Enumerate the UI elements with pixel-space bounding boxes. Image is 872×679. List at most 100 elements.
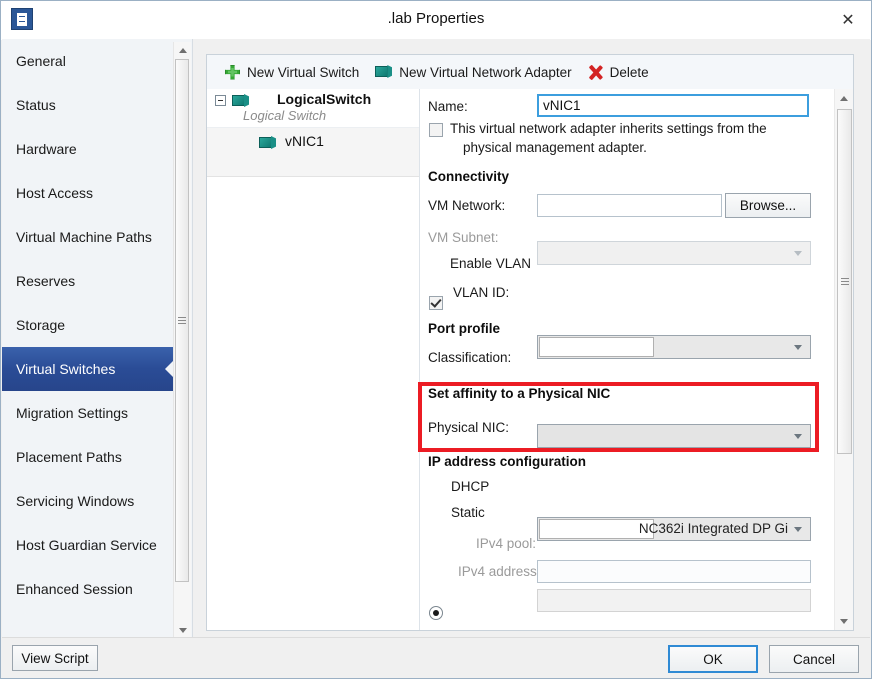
delete-label: Delete	[609, 64, 649, 80]
network-switch-icon	[232, 94, 249, 108]
ipv4-extra-field	[537, 589, 811, 612]
classification-label: Classification:	[428, 350, 512, 365]
sidebar-item-servicing-windows[interactable]: Servicing Windows	[2, 479, 174, 523]
tree-root-sublabel: Logical Switch	[243, 108, 327, 123]
network-adapter-icon	[259, 136, 276, 150]
tree-item-vnic1[interactable]: vNIC1	[207, 128, 419, 177]
vlan-id-label: VLAN ID:	[453, 285, 510, 300]
sidebar-item-label: Enhanced Session	[16, 581, 133, 597]
new-virtual-network-adapter-label: New Virtual Network Adapter	[399, 64, 572, 80]
sidebar-item-label: Hardware	[16, 141, 77, 157]
title-bar: .lab Properties ✕	[1, 1, 871, 40]
physical-nic-value: NC362i Integrated DP Gi	[638, 521, 788, 536]
chevron-down-icon	[794, 527, 802, 532]
sidebar-item-virtual-machine-paths[interactable]: Virtual Machine Paths	[2, 215, 174, 259]
vm-subnet-combobox	[537, 241, 811, 265]
port-profile-heading: Port profile	[428, 321, 501, 336]
cancel-button[interactable]: Cancel	[769, 645, 859, 673]
enable-vlan-checkbox[interactable]	[429, 296, 443, 310]
sidebar-item-label: Virtual Switches	[16, 361, 116, 377]
scroll-grip-icon	[178, 316, 186, 325]
new-virtual-switch-label: New Virtual Switch	[247, 64, 360, 80]
new-virtual-network-adapter-button[interactable]: New Virtual Network Adapter	[367, 59, 579, 85]
sidebar-item-host-guardian-service[interactable]: Host Guardian Service	[2, 523, 174, 567]
plus-icon	[225, 64, 240, 80]
vlan-id-input[interactable]	[539, 337, 654, 357]
sidebar-item-enhanced-session[interactable]: Enhanced Session	[2, 567, 174, 611]
delete-button[interactable]: Delete	[580, 59, 657, 85]
name-input[interactable]	[537, 94, 809, 117]
sidebar-item-label: Migration Settings	[16, 405, 129, 421]
sidebar-item-general[interactable]: General	[2, 39, 174, 83]
sidebar-item-storage[interactable]: Storage	[2, 303, 174, 347]
form-scrollbar[interactable]	[834, 89, 853, 630]
scroll-grip-icon	[840, 277, 849, 286]
new-virtual-switch-button[interactable]: New Virtual Switch	[217, 59, 367, 85]
chevron-down-icon	[794, 345, 802, 350]
dhcp-label: DHCP	[451, 479, 490, 494]
sidebar-item-label: Status	[16, 97, 56, 113]
connectivity-heading: Connectivity	[428, 169, 510, 184]
ok-button[interactable]: OK	[668, 645, 758, 673]
network-adapter-icon	[375, 65, 392, 79]
sidebar-item-placement-paths[interactable]: Placement Paths	[2, 435, 174, 479]
scroll-down-icon[interactable]	[835, 612, 853, 630]
form-scroll-thumb[interactable]	[837, 109, 852, 454]
sidebar-item-partial[interactable]	[2, 611, 174, 631]
sidebar-item-hardware[interactable]: Hardware	[2, 127, 174, 171]
sidebar-item-status[interactable]: Status	[2, 83, 174, 127]
static-label: Static	[451, 505, 485, 520]
inherit-settings-checkbox[interactable]	[429, 123, 443, 137]
sidebar-item-label: Host Access	[16, 185, 94, 201]
ip-configuration-heading: IP address configuration	[428, 454, 587, 469]
ipv4-pool-label: IPv4 pool:	[476, 536, 537, 551]
classification-combobox[interactable]	[537, 424, 811, 448]
affinity-heading: Set affinity to a Physical NIC	[428, 386, 611, 401]
sidebar-item-migration-settings[interactable]: Migration Settings	[2, 391, 174, 435]
dhcp-radio[interactable]	[429, 606, 443, 620]
tree-child-label: vNIC1	[285, 133, 324, 149]
sidebar-item-reserves[interactable]: Reserves	[2, 259, 174, 303]
sidebar-item-label: Placement Paths	[16, 449, 122, 465]
sidebar-item-label: Reserves	[16, 273, 76, 289]
view-script-button[interactable]: View Script	[12, 645, 98, 671]
close-icon[interactable]: ✕	[825, 1, 871, 38]
vm-network-label: VM Network:	[428, 198, 506, 213]
sidebar-item-label: Host Guardian Service	[16, 537, 157, 553]
vm-network-input[interactable]	[537, 194, 722, 217]
virtual-switches-pane: New Virtual Switch New Virtual Network A…	[206, 54, 854, 631]
sidebar-list: General Status Hardware Host Access Virt…	[2, 39, 174, 631]
chevron-down-icon	[794, 251, 802, 256]
scroll-up-icon[interactable]	[835, 89, 853, 107]
browse-button[interactable]: Browse...	[725, 193, 811, 218]
switch-tree: LogicalSwitch Logical Switch vNIC1	[207, 89, 420, 630]
name-label: Name:	[428, 99, 468, 114]
physical-nic-combobox[interactable]: NC362i Integrated DP Gi	[537, 517, 811, 541]
vlan-id-combobox[interactable]	[537, 335, 811, 359]
dialog-body: General Status Hardware Host Access Virt…	[2, 39, 870, 642]
dialog-footer: View Script OK Cancel	[2, 637, 870, 677]
chevron-down-icon	[794, 434, 802, 439]
settings-sidebar: General Status Hardware Host Access Virt…	[2, 39, 193, 642]
red-x-icon	[588, 65, 603, 80]
sidebar-item-label: Servicing Windows	[16, 493, 135, 509]
tree-root-label: LogicalSwitch	[277, 91, 372, 107]
tree-item-logical-switch[interactable]: LogicalSwitch Logical Switch	[207, 89, 419, 128]
sidebar-scrollbar[interactable]	[173, 42, 191, 639]
physical-nic-input[interactable]	[539, 519, 654, 539]
sidebar-item-host-access[interactable]: Host Access	[2, 171, 174, 215]
sidebar-item-label: Virtual Machine Paths	[16, 229, 152, 245]
collapse-icon[interactable]	[215, 95, 226, 106]
scroll-up-icon[interactable]	[174, 42, 191, 59]
vm-subnet-label: VM Subnet:	[428, 230, 499, 245]
ipv4-address-input[interactable]	[537, 560, 811, 583]
sidebar-scroll-thumb[interactable]	[175, 59, 189, 582]
properties-dialog: .lab Properties ✕ General Status Hardwar…	[0, 0, 872, 679]
sidebar-item-virtual-switches[interactable]: Virtual Switches	[2, 347, 174, 391]
sidebar-item-label: General	[16, 53, 66, 69]
ipv4-address-label: IPv4 address:	[458, 564, 541, 579]
inherit-settings-label-line1: This virtual network adapter inherits se…	[450, 121, 767, 136]
sidebar-item-label: Storage	[16, 317, 66, 333]
enable-vlan-label: Enable VLAN	[450, 256, 532, 271]
window-title: .lab Properties	[387, 10, 485, 27]
